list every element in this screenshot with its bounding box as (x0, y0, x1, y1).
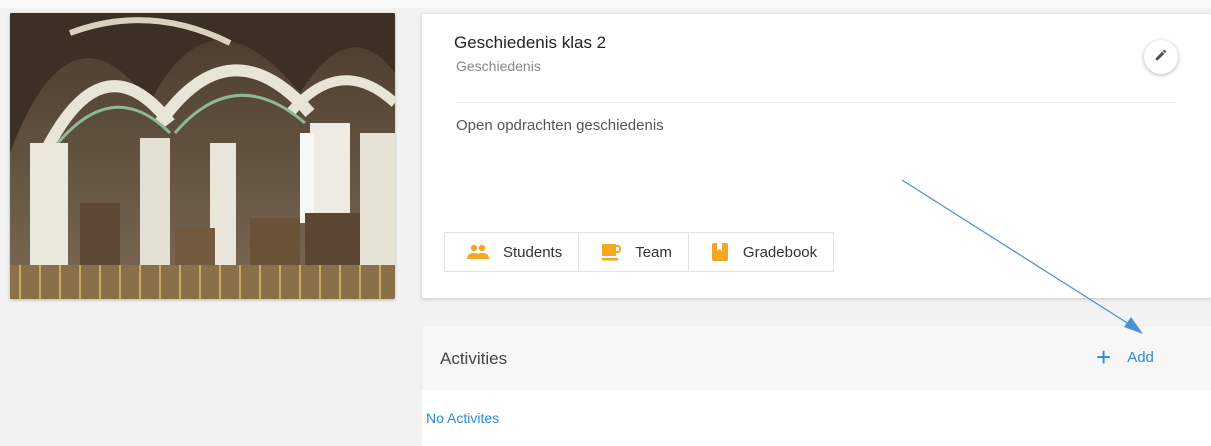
activities-title: Activities (440, 349, 508, 368)
course-nav-tabs: Students Team Gradebook (444, 232, 835, 272)
course-description: Open opdrachten geschiedenis (456, 117, 664, 134)
add-activity-button[interactable]: + Add (1096, 344, 1154, 370)
people-icon (467, 244, 489, 260)
top-strip (0, 0, 1211, 8)
empty-activities-message: No Activites (426, 410, 500, 426)
card-divider (456, 102, 1176, 103)
plus-icon: + (1096, 342, 1112, 372)
edit-course-button[interactable] (1144, 40, 1178, 74)
pencil-icon (1154, 48, 1168, 67)
tab-students[interactable]: Students (445, 233, 580, 271)
activities-header: Activities + Add (422, 326, 1211, 390)
course-card: Geschiedenis klas 2 Geschiedenis Open op… (422, 14, 1211, 298)
coffee-icon (601, 242, 622, 262)
tab-students-label: Students (503, 243, 563, 261)
course-subject: Geschiedenis (456, 58, 541, 74)
course-title: Geschiedenis klas 2 (454, 33, 607, 52)
course-cover-image (10, 13, 395, 299)
tab-team-label: Team (635, 243, 672, 261)
book-icon (711, 242, 729, 262)
tab-gradebook-label: Gradebook (742, 243, 818, 261)
tab-gradebook[interactable]: Gradebook (689, 233, 833, 271)
tab-team[interactable]: Team (579, 233, 689, 271)
add-activity-label: Add (1127, 348, 1154, 366)
activities-list: No Activites (422, 390, 1211, 446)
